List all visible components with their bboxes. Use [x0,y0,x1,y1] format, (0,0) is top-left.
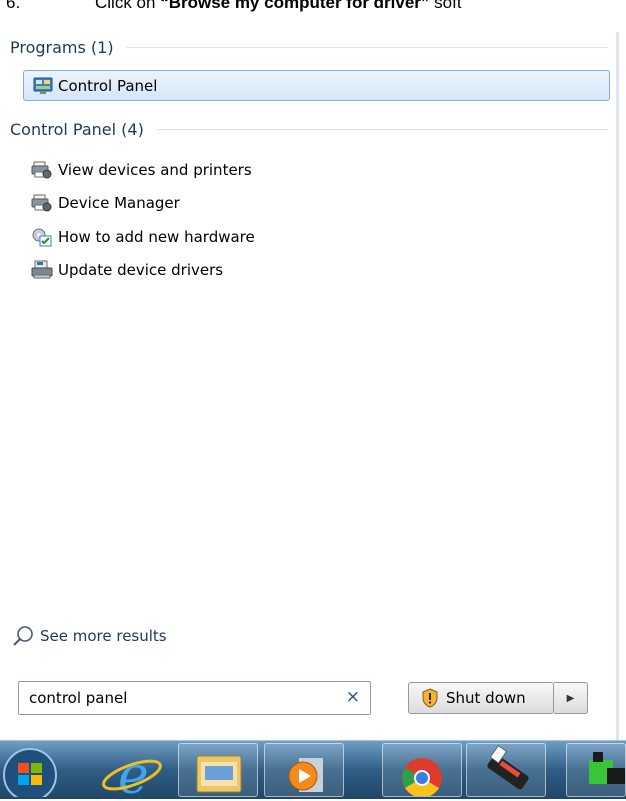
clear-x-icon[interactable]: × [346,687,360,707]
result-how-to-add-new-hardware[interactable]: How to add new hardware [30,223,255,251]
devices-printers-icon [30,159,54,181]
internet-explorer-icon[interactable]: e [96,743,176,801]
shut-down-button[interactable]: Shut down [408,682,554,714]
see-more-results-link[interactable]: See more results [12,624,167,648]
network-device-icon[interactable] [566,743,626,797]
taskbar: e [0,740,626,801]
update-drivers-icon [30,259,54,281]
instruction-text: Click on “Browse my computer for driver”… [95,0,462,12]
programs-section-header: Programs (1) [10,35,608,59]
start-orb[interactable] [0,743,70,801]
step-number: 6. [6,0,21,12]
control-panel-section-header: Control Panel (4) [10,117,608,141]
chrome-icon[interactable] [382,743,462,798]
start-search-input[interactable]: control panel × [18,681,371,715]
shield-icon [420,688,440,708]
search-icon [12,624,36,648]
media-player-icon[interactable] [264,743,344,797]
usb-tool-icon[interactable] [466,743,546,797]
result-control-panel-program[interactable]: Control Panel [23,70,610,101]
result-update-device-drivers[interactable]: Update device drivers [30,256,223,284]
file-explorer-icon[interactable] [178,743,258,797]
result-device-manager[interactable]: Device Manager [30,189,180,217]
device-manager-icon [30,192,54,214]
add-hardware-icon [30,226,54,248]
triangle-right-icon: ▶ [566,692,575,704]
control-panel-icon [32,76,54,96]
document-instruction-line: 6. Click on “Browse my computer for driv… [0,0,626,30]
search-input-value: control panel [29,689,128,707]
result-view-devices-and-printers[interactable]: View devices and printers [30,156,252,184]
start-menu-right-edge [616,32,619,740]
shut-down-options-button[interactable]: ▶ [554,682,588,714]
